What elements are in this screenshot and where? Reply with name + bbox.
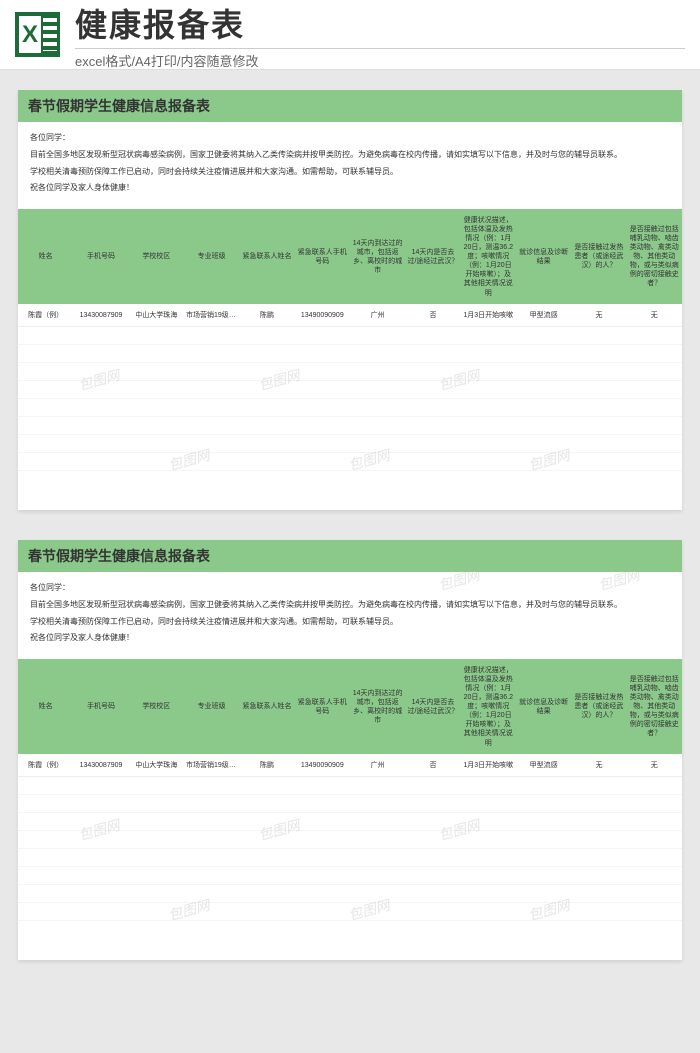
- col-header: 是否接触过包括哺乳动物、啮齿类动物、禽类动物、其他类动物，或与类似病例的密切接触…: [627, 209, 682, 304]
- col-header: 手机号码: [73, 659, 128, 754]
- col-header: 就诊信息及诊断结果: [516, 659, 571, 754]
- col-header: 专业班级: [184, 209, 239, 304]
- cell: 市场营销19级2班: [184, 754, 239, 777]
- page-subtitle: excel格式/A4打印/内容随意修改: [75, 48, 685, 70]
- col-header: 14天内到达过的城市，包括返乡、离校时的城市: [350, 209, 405, 304]
- notice-line: 目前全国多地区发现新型冠状病毒感染病例，国家卫健委将其纳入乙类传染病并按甲类防控…: [30, 599, 670, 612]
- sheet-title: 春节假期学生健康信息报备表: [18, 90, 682, 122]
- table-row: [18, 813, 682, 831]
- col-header: 是否接触过包括哺乳动物、啮齿类动物、禽类动物、其他类动物，或与类似病例的密切接触…: [627, 659, 682, 754]
- table-row: [18, 885, 682, 903]
- cell: 13490090909: [295, 754, 350, 777]
- notice-line: 祝各位同学及家人身体健康！: [30, 182, 670, 195]
- table-row: [18, 363, 682, 381]
- table-row: [18, 831, 682, 849]
- col-header: 姓名: [18, 209, 73, 304]
- sheet-preview-1: 春节假期学生健康信息报备表 各位同学： 目前全国多地区发现新型冠状病毒感染病例，…: [18, 90, 682, 510]
- cell: 1月3日开始咳嗽: [461, 304, 516, 327]
- table-row: [18, 417, 682, 435]
- col-header: 健康状况描述，包括体温及发热情况（例：1月20日，测温36.2度；咳嗽情况（例：…: [461, 209, 516, 304]
- col-header: 是否接触过发热患者（或途经武汉）的人？: [571, 659, 626, 754]
- cell: 陈霞（例）: [18, 754, 73, 777]
- notice-line: 目前全国多地区发现新型冠状病毒感染病例，国家卫健委将其纳入乙类传染病并按甲类防控…: [30, 149, 670, 162]
- col-header: 就诊信息及诊断结果: [516, 209, 571, 304]
- cell: 市场营销19级2班: [184, 304, 239, 327]
- table-header-row: 姓名 手机号码 学校校区 专业班级 紧急联系人姓名 紧急联系人手机号码 14天内…: [18, 659, 682, 754]
- col-header: 紧急联系人姓名: [239, 209, 294, 304]
- table-row: [18, 903, 682, 921]
- excel-icon: [15, 12, 60, 57]
- sheet-title: 春节假期学生健康信息报备表: [18, 540, 682, 572]
- cell: 13430087909: [73, 754, 128, 777]
- table-row: 陈霞（例） 13430087909 中山大学珠海 市场营销19级2班 陈鹏 13…: [18, 754, 682, 777]
- cell: 否: [405, 304, 460, 327]
- cell: 陈霞（例）: [18, 304, 73, 327]
- cell: 无: [571, 304, 626, 327]
- cell: 无: [627, 754, 682, 777]
- notice-line: 祝各位同学及家人身体健康！: [30, 632, 670, 645]
- col-header: 手机号码: [73, 209, 128, 304]
- table-row: [18, 849, 682, 867]
- table-row: [18, 795, 682, 813]
- cell: 否: [405, 754, 460, 777]
- col-header: 姓名: [18, 659, 73, 754]
- page-container: 春节假期学生健康信息报备表 各位同学： 目前全国多地区发现新型冠状病毒感染病例，…: [0, 70, 700, 1010]
- notice-greeting: 各位同学：: [30, 132, 670, 145]
- cell: 广州: [350, 304, 405, 327]
- col-header: 学校校区: [129, 659, 184, 754]
- col-header: 紧急联系人手机号码: [295, 659, 350, 754]
- data-table: 姓名 手机号码 学校校区 专业班级 紧急联系人姓名 紧急联系人手机号码 14天内…: [18, 209, 682, 471]
- page-title: 健康报备表: [75, 0, 685, 46]
- cell: 中山大学珠海: [129, 304, 184, 327]
- data-table: 姓名 手机号码 学校校区 专业班级 紧急联系人姓名 紧急联系人手机号码 14天内…: [18, 659, 682, 921]
- cell: 13430087909: [73, 304, 128, 327]
- table-row: [18, 453, 682, 471]
- table-row: [18, 381, 682, 399]
- cell: 1月3日开始咳嗽: [461, 754, 516, 777]
- table-row: [18, 345, 682, 363]
- col-header: 14天内是否去过/途经过武汉？: [405, 209, 460, 304]
- cell: 甲型流感: [516, 754, 571, 777]
- table-row: [18, 435, 682, 453]
- col-header: 专业班级: [184, 659, 239, 754]
- notice-line: 学校相关清毒预防保障工作已启动，同时会持续关注疫情进展并和大家沟通。如需帮助，可…: [30, 616, 670, 629]
- table-row: 陈霞（例） 13430087909 中山大学珠海 市场营销19级2班 陈鹏 13…: [18, 304, 682, 327]
- col-header: 紧急联系人姓名: [239, 659, 294, 754]
- cell: 无: [571, 754, 626, 777]
- notice-block: 各位同学： 目前全国多地区发现新型冠状病毒感染病例，国家卫健委将其纳入乙类传染病…: [18, 122, 682, 209]
- cell: 陈鹏: [239, 304, 294, 327]
- col-header: 14天内是否去过/途经过武汉？: [405, 659, 460, 754]
- col-header: 是否接触过发热患者（或途经武汉）的人？: [571, 209, 626, 304]
- sheet-preview-2: 春节假期学生健康信息报备表 各位同学： 目前全国多地区发现新型冠状病毒感染病例，…: [18, 540, 682, 960]
- notice-greeting: 各位同学：: [30, 582, 670, 595]
- cell: 陈鹏: [239, 754, 294, 777]
- cell: 无: [627, 304, 682, 327]
- notice-line: 学校相关清毒预防保障工作已启动，同时会持续关注疫情进展并和大家沟通。如需帮助，可…: [30, 166, 670, 179]
- table-row: [18, 399, 682, 417]
- header-text: 健康报备表 excel格式/A4打印/内容随意修改: [75, 0, 685, 70]
- col-header: 学校校区: [129, 209, 184, 304]
- col-header: 14天内到达过的城市，包括返乡、离校时的城市: [350, 659, 405, 754]
- col-header: 紧急联系人手机号码: [295, 209, 350, 304]
- notice-block: 各位同学： 目前全国多地区发现新型冠状病毒感染病例，国家卫健委将其纳入乙类传染病…: [18, 572, 682, 659]
- header-bar: 健康报备表 excel格式/A4打印/内容随意修改: [0, 0, 700, 70]
- table-header-row: 姓名 手机号码 学校校区 专业班级 紧急联系人姓名 紧急联系人手机号码 14天内…: [18, 209, 682, 304]
- table-row: [18, 777, 682, 795]
- cell: 甲型流感: [516, 304, 571, 327]
- col-header: 健康状况描述，包括体温及发热情况（例：1月20日，测温36.2度；咳嗽情况（例：…: [461, 659, 516, 754]
- cell: 13490090909: [295, 304, 350, 327]
- table-row: [18, 867, 682, 885]
- cell: 广州: [350, 754, 405, 777]
- cell: 中山大学珠海: [129, 754, 184, 777]
- table-row: [18, 327, 682, 345]
